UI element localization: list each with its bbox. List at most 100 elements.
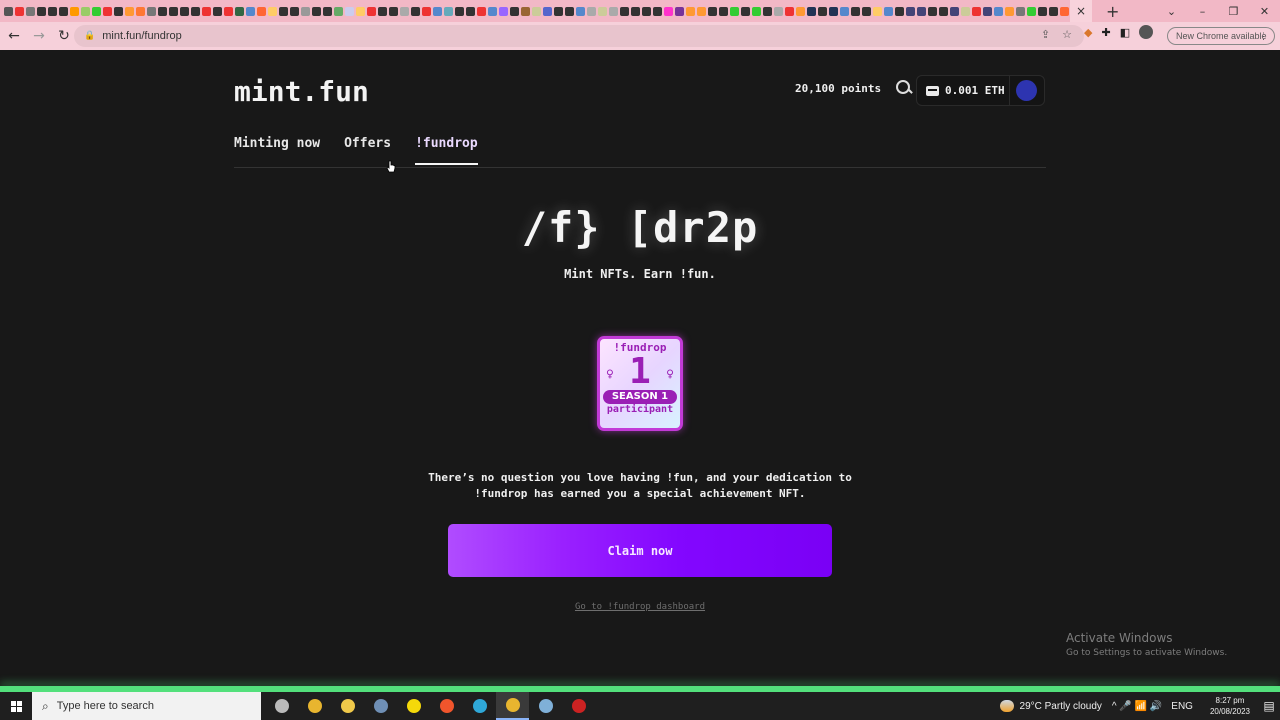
forward-button[interactable]: → (28, 25, 50, 47)
tab-favicon-icon[interactable] (1016, 6, 1025, 16)
tab-favicon-icon[interactable] (741, 6, 750, 16)
wallet-button[interactable]: 0.001 ETH (916, 75, 1045, 106)
tab-favicon-icon[interactable] (774, 6, 783, 16)
tab-favicon-icon[interactable] (26, 6, 35, 16)
tab-favicon-icon[interactable] (1060, 6, 1069, 16)
tab-favicon-icon[interactable] (279, 6, 288, 16)
tab-favicon-icon[interactable] (972, 6, 981, 16)
tab-favicon-icon[interactable] (631, 6, 640, 16)
tab-favicon-icon[interactable] (521, 6, 530, 16)
tab-favicon-icon[interactable] (37, 6, 46, 16)
taskbar-app-calculator[interactable] (364, 692, 397, 720)
tab-favicon-icon[interactable] (906, 6, 915, 16)
tab-favicon-icon[interactable] (697, 6, 706, 16)
tab-favicon-icon[interactable] (598, 6, 607, 16)
tab-favicon-icon[interactable] (235, 6, 244, 16)
tab-favicon-icon[interactable] (488, 6, 497, 16)
tab-favicon-icon[interactable] (983, 6, 992, 16)
notification-center-icon[interactable]: ▤ (1258, 699, 1280, 713)
tab-favicon-icon[interactable] (125, 6, 134, 16)
tab-favicon-icon[interactable] (807, 6, 816, 16)
tab-favicon-icon[interactable] (455, 6, 464, 16)
tab-favicon-icon[interactable] (884, 6, 893, 16)
tab-search-button[interactable]: ⌄ (1156, 0, 1187, 22)
share-icon[interactable]: ⇪ (1041, 28, 1050, 41)
tab-favicon-icon[interactable] (917, 6, 926, 16)
points-counter[interactable]: 20,100 points (795, 82, 881, 95)
taskbar-app-edge[interactable] (463, 692, 496, 720)
tab-favicon-icon[interactable] (818, 6, 827, 16)
bookmark-star-icon[interactable]: ☆ (1062, 28, 1072, 41)
tab-favicon-icon[interactable] (1038, 6, 1047, 16)
tab-minting-now[interactable]: Minting now (234, 136, 320, 165)
tab-favicon-icon[interactable] (103, 6, 112, 16)
tab-favicon-icon[interactable] (939, 6, 948, 16)
fundrop-dashboard-link[interactable]: Go to !fundrop dashboard (0, 602, 1280, 612)
tab-favicon-icon[interactable] (290, 6, 299, 16)
weather-icon[interactable] (999, 700, 1014, 712)
tab-favicon-icon[interactable] (334, 6, 343, 16)
tab-favicon-icon[interactable] (70, 6, 79, 16)
tab-favicon-icon[interactable] (708, 6, 717, 16)
tab-favicon-icon[interactable] (554, 6, 563, 16)
close-window-button[interactable]: ✕ (1249, 0, 1280, 22)
tab-favicon-icon[interactable] (664, 6, 673, 16)
tab-favicon-icon[interactable] (323, 6, 332, 16)
tab-favicon-icon[interactable] (730, 6, 739, 16)
taskbar-app-brave[interactable] (430, 692, 463, 720)
tab-favicon-icon[interactable] (213, 6, 222, 16)
tab-favicon-icon[interactable] (763, 6, 772, 16)
close-icon[interactable]: × (1076, 4, 1086, 18)
tab-favicon-icon[interactable] (576, 6, 585, 16)
tab-favicon-icon[interactable] (268, 6, 277, 16)
user-avatar[interactable] (1016, 80, 1037, 101)
more-menu-icon[interactable]: ⋮ (1259, 31, 1268, 42)
tab-favicon-icon[interactable] (59, 6, 68, 16)
tab-favicon-icon[interactable] (180, 6, 189, 16)
tab-favicon-icon[interactable] (257, 6, 266, 16)
tab-favicon-icon[interactable] (400, 6, 409, 16)
tab-favicon-icon[interactable] (202, 6, 211, 16)
start-button[interactable] (0, 692, 32, 720)
taskbar-app-file-explorer[interactable] (331, 692, 364, 720)
tab-favicon-icon[interactable] (609, 6, 618, 16)
tab-favicon-icon[interactable] (829, 6, 838, 16)
tray-icons[interactable]: ^ 🎤 📶 🔊 (1112, 701, 1162, 712)
tab-favicon-icon[interactable] (499, 6, 508, 16)
tab-favicon-icon[interactable] (532, 6, 541, 16)
profile-avatar[interactable] (1139, 25, 1154, 39)
taskbar-app-chrome-active[interactable] (496, 692, 529, 720)
tab-favicon-icon[interactable] (114, 6, 123, 16)
tab-favicon-icon[interactable] (961, 6, 970, 16)
tab-favicon-icon[interactable] (169, 6, 178, 16)
tab-favicon-icon[interactable] (950, 6, 959, 16)
url-text[interactable]: mint.fun/fundrop (102, 30, 182, 42)
claim-now-button[interactable]: Claim now (448, 524, 832, 577)
tab-favicon-icon[interactable] (543, 6, 552, 16)
tab-favicon-icon[interactable] (477, 6, 486, 16)
tab-favicon-icon[interactable] (686, 6, 695, 16)
weather-text[interactable]: 29°C Partly cloudy (1020, 701, 1102, 712)
tab-favicon-icon[interactable] (367, 6, 376, 16)
tab-favicon-icon[interactable] (422, 6, 431, 16)
tab-favicon-icon[interactable] (1049, 6, 1058, 16)
tab-fundrop[interactable]: !fundrop (415, 136, 478, 165)
metamask-icon[interactable]: ◆ (1084, 26, 1092, 39)
tab-favicon-icon[interactable] (895, 6, 904, 16)
tab-favicon-icon[interactable] (444, 6, 453, 16)
chrome-update-button[interactable]: New Chrome available ⋮ (1167, 27, 1275, 45)
tab-favicon-icon[interactable] (15, 6, 24, 16)
tab-favicon-icon[interactable] (158, 6, 167, 16)
tab-favicon-icon[interactable] (620, 6, 629, 16)
tab-favicon-icon[interactable] (873, 6, 882, 16)
tab-favicon-icon[interactable] (752, 6, 761, 16)
tab-favicon-icon[interactable] (81, 6, 90, 16)
minimize-button[interactable]: – (1187, 0, 1218, 22)
tab-favicon-icon[interactable] (675, 6, 684, 16)
tab-favicon-icon[interactable] (301, 6, 310, 16)
language-indicator[interactable]: ENG (1171, 701, 1193, 712)
tab-favicon-icon[interactable] (356, 6, 365, 16)
taskbar-app-task-view[interactable] (265, 692, 298, 720)
tab-favicon-icon[interactable] (378, 6, 387, 16)
tab-favicon-icon[interactable] (1027, 6, 1036, 16)
